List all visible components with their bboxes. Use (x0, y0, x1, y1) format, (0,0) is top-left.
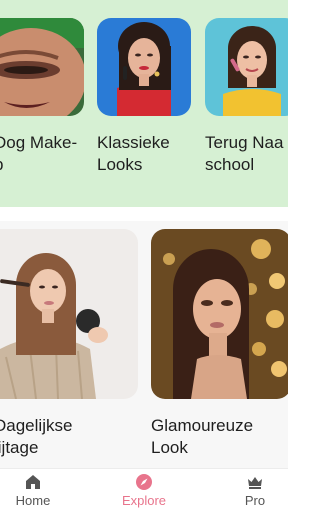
featured-label: Glamoureuze Look (151, 416, 254, 457)
category-label: Dog Make- p (0, 133, 78, 174)
nav-item-explore[interactable]: Explore (104, 469, 184, 512)
category-label: Terug Naa school (205, 133, 284, 174)
category-thumbnail[interactable] (97, 18, 191, 116)
category-card-dog-makeup[interactable]: Dog Make- p (0, 0, 90, 200)
featured-card-glamour-look[interactable]: Glamoureuze Look (150, 221, 288, 468)
featured-label: Dagelijkse lijtage (0, 416, 73, 457)
featured-thumbnail[interactable] (151, 229, 288, 399)
nav-item-home[interactable]: Home (0, 469, 66, 512)
category-thumbnail[interactable] (0, 18, 84, 116)
bottom-navigation: Home Explore Pro (0, 468, 288, 512)
category-card-classic-looks[interactable]: Klassieke Looks (97, 0, 197, 200)
compass-icon (136, 474, 152, 490)
nav-label-home: Home (15, 493, 51, 508)
nav-label-explore: Explore (121, 493, 167, 508)
featured-thumbnail[interactable] (0, 229, 138, 399)
crown-icon (248, 477, 262, 489)
home-icon (26, 475, 40, 489)
category-carousel[interactable]: Dog Make- p Klassieke Looks (0, 0, 288, 207)
category-card-back-to-school[interactable]: Terug Naa school (205, 0, 288, 200)
category-thumbnail[interactable] (205, 18, 288, 116)
nav-label-pro: Pro (244, 493, 266, 508)
featured-card-daily-makeup[interactable]: Dagelijkse lijtage (0, 221, 140, 468)
featured-looks-grid[interactable]: Dagelijkse lijtage Gl (0, 221, 288, 468)
section-divider (0, 207, 288, 221)
category-label: Klassieke Looks (97, 133, 170, 174)
nav-item-pro[interactable]: Pro (232, 469, 278, 512)
